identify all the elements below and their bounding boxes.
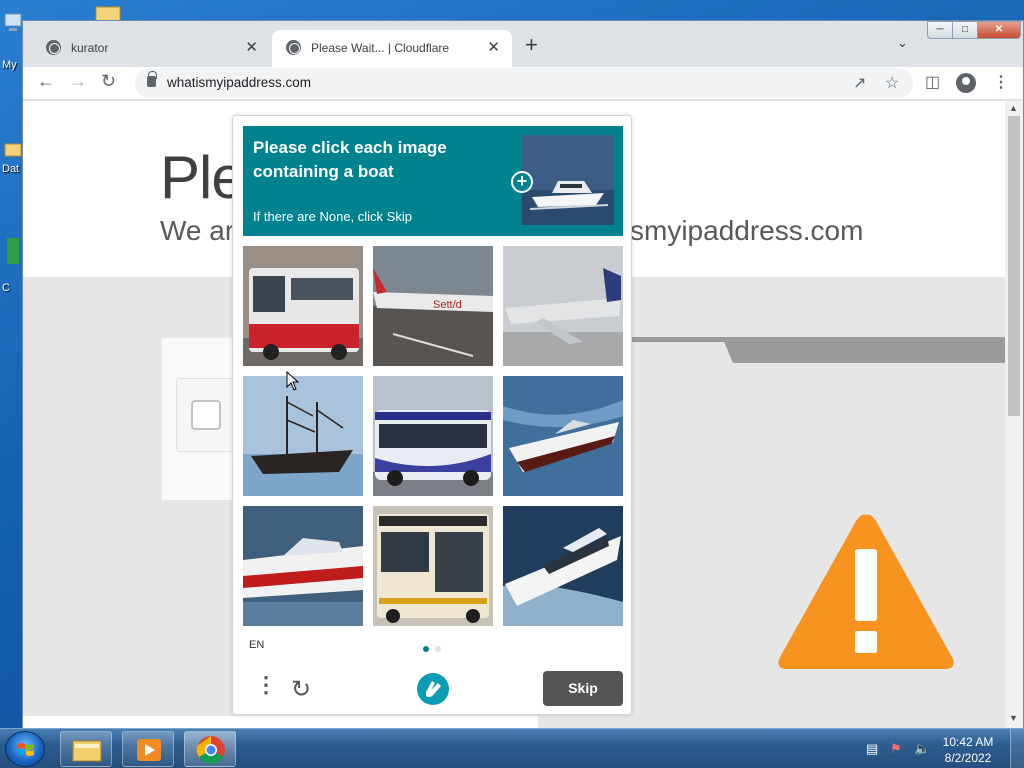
expand-example-icon[interactable]: + [511,171,533,193]
desktop-label-my: My [2,59,17,71]
refresh-icon[interactable]: ↻ [291,675,311,704]
example-boat-image [522,135,614,225]
image-tile-bus[interactable] [373,506,493,626]
show-desktop-button[interactable] [1010,729,1024,768]
image-tile-bus[interactable] [373,376,493,496]
start-button[interactable] [5,731,45,767]
tab-title: Please Wait... | Cloudflare [311,41,450,55]
taskbar-media-player[interactable] [122,731,174,767]
back-arrow-icon[interactable]: ← [37,71,55,92]
globe-icon [286,40,301,55]
warning-icon [778,514,954,669]
clock-date: 8/2/2022 [944,751,992,765]
address-bar[interactable]: whatismyipaddress.com ↗ ☆ [135,68,913,98]
new-tab-button[interactable]: + [525,32,538,58]
media-player-icon [137,739,161,761]
image-tile-bus[interactable] [243,246,363,366]
toolbar: ← → ↻ whatismyipaddress.com ↗ ☆ ◫ ⋮ [23,67,1023,99]
image-tile-sailboat[interactable] [243,376,363,496]
page-dot-active [423,646,429,652]
clock[interactable]: 10:42 AM 8/2/2022 [938,734,998,766]
taskbar-chrome[interactable] [184,731,236,767]
desktop-label-c: C [2,282,10,294]
image-tile-airplane[interactable] [503,246,623,366]
image-tile-yacht[interactable] [503,506,623,626]
tab-kurator[interactable]: kurator ✕ [32,30,270,67]
prompt-text: Please click each image containing a boa… [253,138,447,181]
image-tile-motorboat[interactable] [243,506,363,626]
airplane-image [503,246,623,366]
taskbar-explorer[interactable] [60,731,112,767]
vertical-scrollbar[interactable]: ▲ ▼ [1005,101,1023,729]
bookmark-star-icon[interactable]: ☆ [885,73,899,93]
challenge-prompt: Please click each image containing a boa… [243,126,623,236]
tab-cloudflare[interactable]: Please Wait... | Cloudflare ✕ [272,30,512,67]
action-center-warning-icon[interactable]: ⚑ [890,741,906,757]
bus-image [373,376,493,496]
prompt-hint: If there are None, click Skip [253,209,412,224]
close-tab-icon[interactable]: ✕ [245,38,258,56]
image-tile-motorboat[interactable] [503,376,623,496]
profile-avatar-icon[interactable] [956,73,976,93]
hcaptcha-logo-icon[interactable] [416,672,450,706]
language-selector[interactable]: EN [249,639,264,651]
computer-icon[interactable] [4,12,22,34]
scroll-down-arrow-icon[interactable]: ▼ [1009,713,1018,723]
forward-arrow-icon[interactable]: → [69,71,87,92]
minimize-button[interactable]: ─ [927,21,953,39]
skip-button[interactable]: Skip [543,671,623,706]
scroll-up-arrow-icon[interactable]: ▲ [1009,103,1018,113]
clock-time: 10:42 AM [942,735,994,749]
tab-search-chevron-icon[interactable]: ⌄ [897,35,908,51]
share-icon[interactable]: ↗ [853,73,866,93]
svg-text:Sett/d: Sett/d [433,299,462,311]
hcaptcha-challenge: Please click each image containing a boa… [232,115,632,715]
chrome-icon [196,736,225,764]
globe-icon [46,40,61,55]
desktop-label-dat: Dat [2,163,20,175]
side-panel-icon[interactable]: ◫ [925,72,940,92]
captcha-checkbox[interactable] [191,400,221,430]
close-window-button[interactable]: ✕ [977,21,1021,39]
folder-icon[interactable] [4,140,22,158]
page-dot [435,646,441,652]
windows-logo-icon [18,743,34,756]
sailboat-image [243,376,363,496]
app-icon[interactable] [4,236,22,266]
bus-image [243,246,363,366]
network-icon[interactable]: ▤ [866,741,882,757]
scroll-thumb[interactable] [1008,116,1020,416]
reload-icon[interactable]: ↻ [101,71,116,92]
menu-kebab-icon[interactable]: ⋮ [993,72,1009,92]
mouse-cursor-icon [286,371,300,391]
bus-image [373,506,493,626]
image-tile-airplane[interactable]: Sett/d [373,246,493,366]
volume-icon[interactable]: 🔈 [914,741,930,757]
url-text[interactable]: whatismyipaddress.com [167,75,311,90]
tab-title: kurator [71,41,109,55]
close-tab-icon[interactable]: ✕ [487,38,500,56]
taskbar: ▤ ⚑ 🔈 10:42 AM 8/2/2022 [0,728,1024,768]
motorboat-image [243,506,363,626]
subheading-left: We ar [160,215,235,246]
subheading-right: smyipaddress.com [630,215,864,246]
folder-icon [72,740,102,762]
menu-dots-icon[interactable]: ⋮ [255,674,277,696]
yacht-image [503,506,623,626]
tab-strip: kurator ✕ Please Wait... | Cloudflare ✕ … [23,21,1023,67]
progress-bar-tab [623,342,733,363]
motorboat-image [503,376,623,496]
airplane-image: Sett/d [373,246,493,366]
maximize-button[interactable]: □ [952,21,978,39]
lock-icon[interactable] [147,71,157,87]
